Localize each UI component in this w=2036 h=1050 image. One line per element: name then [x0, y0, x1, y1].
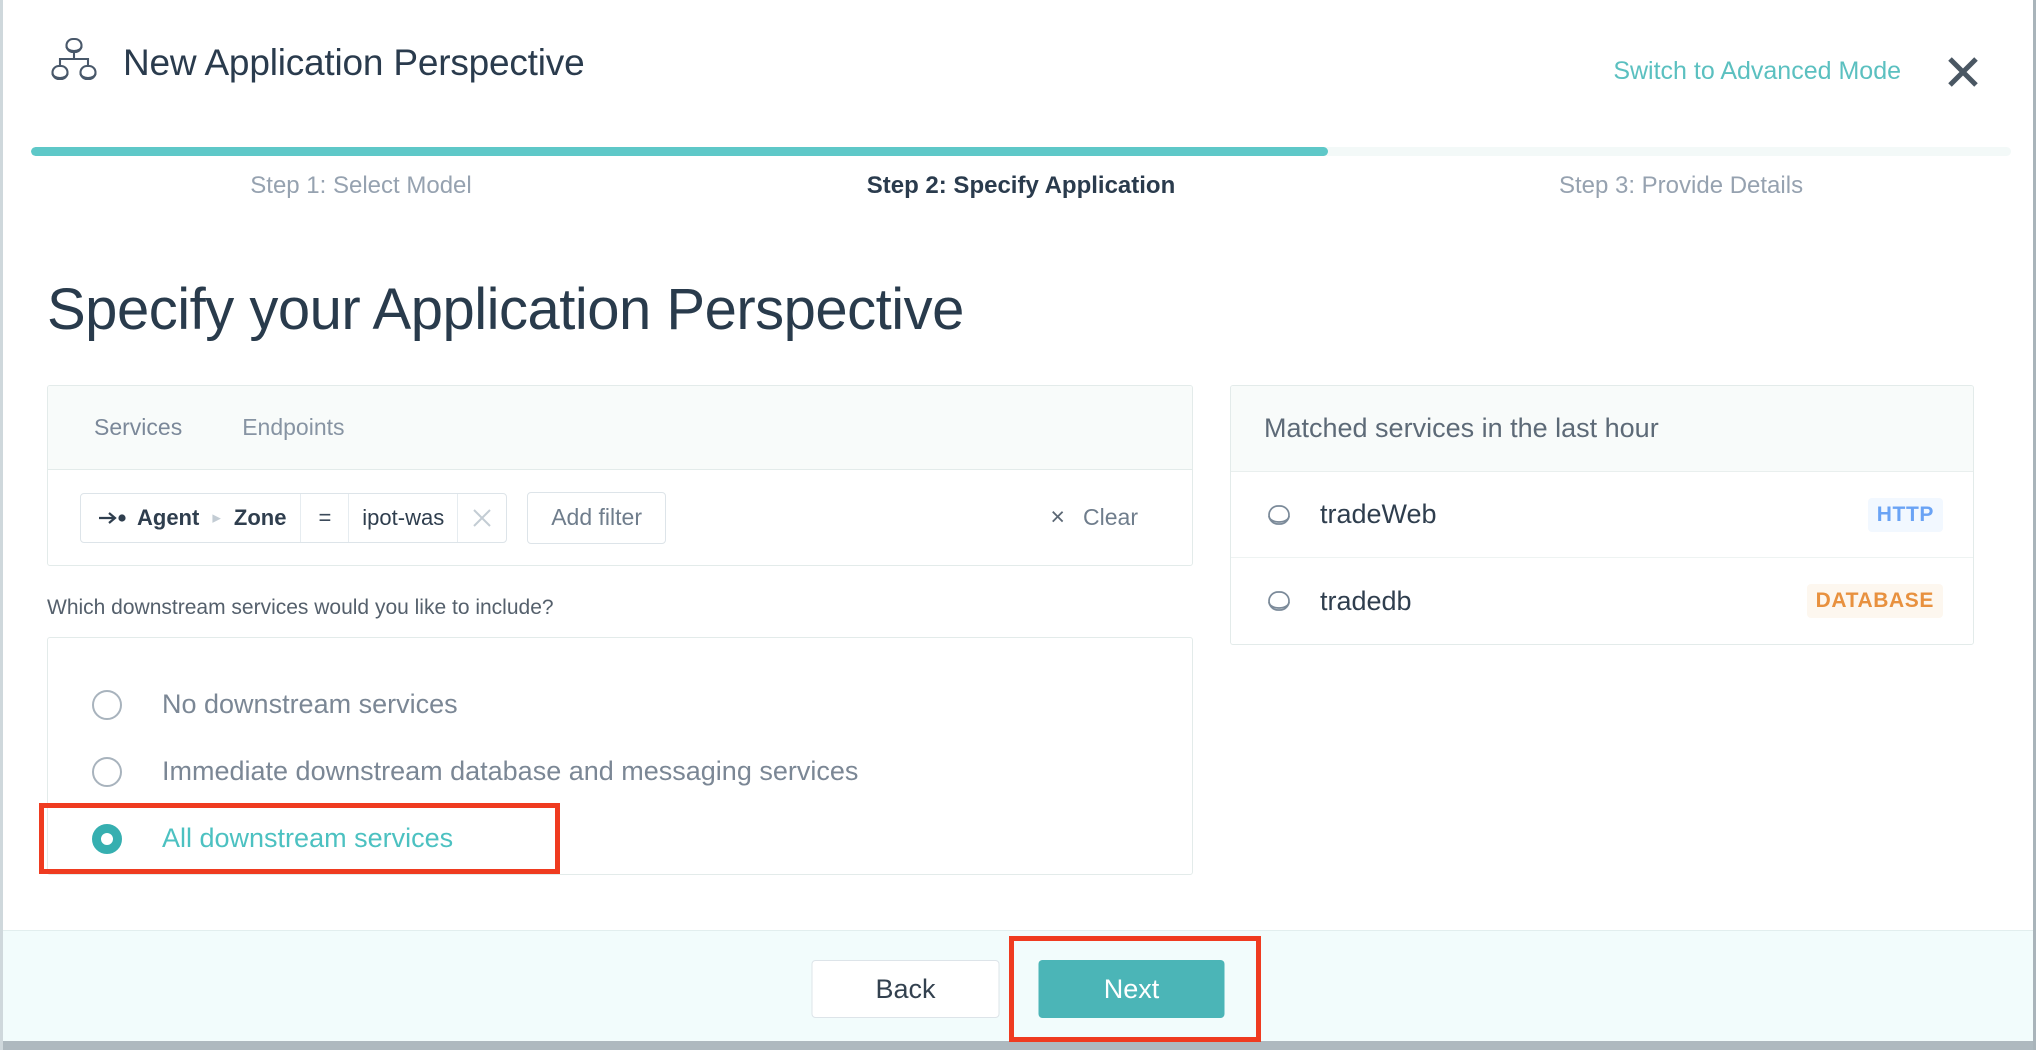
entity-type-tabs: Services Endpoints	[48, 386, 1192, 470]
matched-service-row[interactable]: tradedb DATABASE	[1231, 558, 1973, 644]
clear-label: Clear	[1083, 504, 1138, 530]
footer-buttons: Back Next	[811, 960, 1225, 1018]
clear-filters-button[interactable]: × Clear	[1050, 504, 1152, 531]
matched-service-row[interactable]: tradeWeb HTTP	[1231, 472, 1973, 558]
application-perspective-icon	[47, 36, 101, 90]
dialog-title: New Application Perspective	[123, 42, 585, 83]
radio-option-label: Immediate downstream database and messag…	[162, 756, 859, 786]
radio-icon	[92, 689, 122, 720]
progress-fill	[31, 147, 1328, 156]
left-column: Services Endpoints Agent ▸ Zone = ipot-w…	[47, 385, 1193, 875]
radio-option-label: No downstream services	[162, 689, 458, 719]
step-labels: Step 1: Select Model Step 2: Specify App…	[31, 172, 2011, 200]
filter-chip[interactable]: Agent ▸ Zone = ipot-was	[80, 492, 508, 543]
step-1-label[interactable]: Step 1: Select Model	[31, 172, 691, 200]
step-2-label[interactable]: Step 2: Specify Application	[691, 172, 1351, 200]
matched-services-header: Matched services in the last hour	[1231, 386, 1973, 472]
clear-close-icon: ×	[1050, 503, 1066, 531]
next-button[interactable]: Next	[1038, 960, 1225, 1018]
filter-chip-key[interactable]: Agent ▸ Zone	[81, 494, 300, 542]
dialog-header-left: New Application Perspective	[47, 36, 585, 90]
radio-icon-selected	[92, 823, 122, 854]
radio-option-all-downstream[interactable]: All downstream services	[48, 805, 1192, 872]
service-node-icon	[1264, 586, 1294, 616]
tab-services[interactable]: Services	[94, 414, 182, 441]
service-name: tradedb	[1320, 585, 1412, 616]
service-name: tradeWeb	[1320, 499, 1437, 529]
filter-chip-key-label: Agent	[137, 504, 200, 530]
radio-option-immediate-downstream[interactable]: Immediate downstream database and messag…	[48, 738, 1192, 805]
new-application-perspective-dialog: New Application Perspective Switch to Ad…	[0, 0, 2036, 1050]
service-type-badge: HTTP	[1867, 497, 1943, 532]
service-node-icon	[1264, 500, 1294, 530]
step-3-label[interactable]: Step 3: Provide Details	[1351, 172, 2011, 200]
radio-option-no-downstream[interactable]: No downstream services	[48, 671, 1192, 738]
progress-track	[31, 147, 2011, 156]
tab-endpoints[interactable]: Endpoints	[242, 414, 344, 441]
dialog-header: New Application Perspective Switch to Ad…	[3, 0, 2033, 140]
switch-to-advanced-mode-link[interactable]: Switch to Advanced Mode	[1613, 57, 1901, 86]
page-title: Specify your Application Perspective	[47, 277, 964, 342]
main-content: Services Endpoints Agent ▸ Zone = ipot-w…	[3, 385, 2033, 930]
radio-icon	[92, 756, 122, 787]
downstream-options-group: No downstream services Immediate downstr…	[47, 637, 1193, 875]
dialog-footer: Back Next	[3, 930, 2033, 1041]
back-button[interactable]: Back	[811, 960, 1000, 1018]
horizontal-scrollbar[interactable]	[3, 1041, 2033, 1050]
radio-option-label: All downstream services	[162, 823, 454, 853]
downstream-question-label: Which downstream services would you like…	[47, 596, 554, 619]
filter-chip-operator[interactable]: =	[300, 493, 350, 542]
matched-services-panel: Matched services in the last hour tradeW…	[1230, 385, 1974, 645]
add-filter-button[interactable]: Add filter	[527, 491, 666, 544]
chip-path-separator-icon: ▸	[212, 507, 221, 527]
filter-chip-value[interactable]: ipot-was	[349, 494, 457, 542]
filter-panel: Services Endpoints Agent ▸ Zone = ipot-w…	[47, 385, 1193, 566]
wizard-stepper: Step 1: Select Model Step 2: Specify App…	[3, 140, 2033, 220]
filter-chip-remove-icon[interactable]	[457, 493, 506, 542]
filter-row: Agent ▸ Zone = ipot-was Add filter × Cle…	[48, 470, 1192, 565]
service-type-badge: DATABASE	[1806, 584, 1943, 618]
close-icon[interactable]	[1941, 50, 1985, 94]
filter-chip-subkey-label: Zone	[233, 504, 287, 530]
arrow-to-node-icon	[97, 510, 127, 526]
